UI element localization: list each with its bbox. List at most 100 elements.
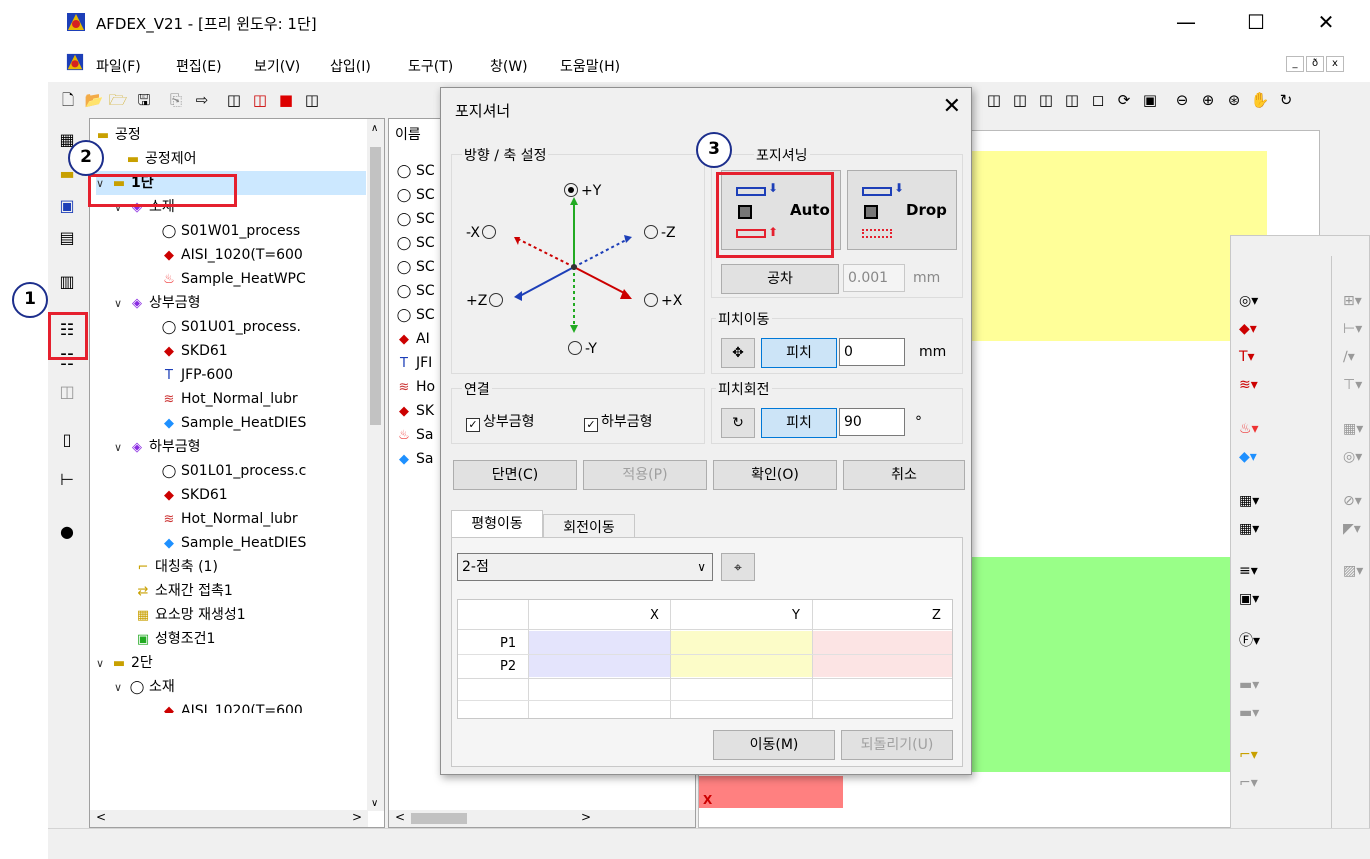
- list-item[interactable]: T JFI: [395, 351, 432, 375]
- flow-icon[interactable]: ◎▾: [1239, 288, 1281, 314]
- list-item[interactable]: ◯ SC: [395, 303, 435, 327]
- radio-plus-x[interactable]: +X: [644, 293, 682, 309]
- monitor-icon[interactable]: ▣: [54, 194, 80, 218]
- list-item[interactable]: ◯ SC: [395, 159, 435, 183]
- scroll-right-icon[interactable]: >: [352, 810, 362, 824]
- cih-icon[interactable]: ▦▾: [1239, 516, 1281, 542]
- tree-row[interactable]: ≋ Hot_Normal_lubr: [160, 507, 298, 531]
- chevron-down-icon[interactable]: ∨: [114, 676, 128, 700]
- menu-file[interactable]: 파일(F): [96, 56, 141, 76]
- rotate-icon[interactable]: ↻: [721, 408, 755, 438]
- tab-translate[interactable]: 평형이동: [451, 510, 543, 538]
- chevron-down-icon[interactable]: ∨: [114, 292, 128, 316]
- export-icon[interactable]: ⇨: [192, 90, 212, 110]
- press-icon[interactable]: T▾: [1239, 344, 1281, 370]
- menu-tools[interactable]: 도구(T): [408, 56, 453, 76]
- zoom-out-icon[interactable]: ⊖: [1172, 90, 1192, 110]
- pitch-rotate-button[interactable]: 피치: [761, 408, 837, 438]
- list-item[interactable]: ◆ SK: [395, 399, 434, 423]
- list-horizontal-scrollbar[interactable]: < >: [389, 810, 695, 827]
- scroll-thumb[interactable]: [370, 147, 381, 425]
- tree-row[interactable]: ◆ Sample_HeatDIES: [160, 411, 306, 435]
- close-button[interactable]: ✕: [1306, 8, 1346, 36]
- list-item[interactable]: ♨ Sa: [395, 423, 433, 447]
- list-item[interactable]: ◯ SC: [395, 279, 435, 303]
- pitch-rotate-field[interactable]: 90: [839, 408, 905, 436]
- cube-view-iso3-icon[interactable]: ◫: [1036, 90, 1056, 110]
- move-button[interactable]: 이동(M): [713, 730, 835, 760]
- menu-view[interactable]: 보기(V): [254, 56, 300, 76]
- list-item[interactable]: ◆ AI: [395, 327, 430, 351]
- tree-row[interactable]: ◆ Sample_HeatDIES: [160, 531, 306, 555]
- radio-plus-z[interactable]: +Z: [466, 293, 504, 309]
- material-icon[interactable]: ◆▾: [1239, 316, 1281, 342]
- list-item[interactable]: ◯ SC: [395, 255, 435, 279]
- drop-position-button[interactable]: ⬇ Drop: [847, 170, 957, 250]
- heat-icon[interactable]: ♨▾: [1239, 416, 1281, 442]
- cube-view-solid-icon[interactable]: ■: [276, 90, 296, 110]
- maximize-button[interactable]: ☐: [1236, 8, 1276, 36]
- mdi-restore-button[interactable]: ð: [1306, 56, 1324, 72]
- tree-row[interactable]: ∨ ◈ 하부금형: [114, 435, 201, 459]
- cube-view-iso1-icon[interactable]: ◫: [984, 90, 1004, 110]
- tree-row[interactable]: ♨ Sample_HeatWPC: [160, 267, 306, 291]
- apply-button[interactable]: 적용(P): [583, 460, 707, 490]
- tree-row[interactable]: ◆ SKD61: [160, 483, 228, 507]
- undo-button[interactable]: 되돌리기(U): [841, 730, 953, 760]
- import-icon[interactable]: ⎘: [166, 90, 186, 110]
- dialog-close-button[interactable]: ✕: [943, 94, 961, 119]
- lower-die-checkbox[interactable]: ✓ 하부금형: [584, 411, 653, 432]
- cancel-button[interactable]: 취소: [843, 460, 965, 490]
- pick-point-icon[interactable]: ⌖: [721, 553, 755, 581]
- scroll-thumb[interactable]: [411, 813, 467, 824]
- scroll-up-icon[interactable]: ∧: [371, 123, 378, 134]
- tree-horizontal-scrollbar[interactable]: < >: [90, 810, 368, 827]
- menu-help[interactable]: 도움말(H): [560, 56, 620, 76]
- fl-icon[interactable]: Ⓕ▾: [1239, 628, 1281, 654]
- tree-row[interactable]: ∨ ◈ 상부금형: [114, 291, 201, 315]
- list-item[interactable]: ≋ Ho: [395, 375, 436, 399]
- menu-edit[interactable]: 편집(E): [176, 56, 222, 76]
- pitch-move-button[interactable]: 피치: [761, 338, 837, 368]
- cube-view-red-icon[interactable]: ◫: [250, 90, 270, 110]
- zoom-fit-icon[interactable]: ⊛: [1224, 90, 1244, 110]
- tolerance-field[interactable]: 0.001: [843, 264, 905, 292]
- zoom-in-icon[interactable]: ⊕: [1198, 90, 1218, 110]
- cube-view-iso4-icon[interactable]: ◫: [1062, 90, 1082, 110]
- tab-rotate[interactable]: 회전이동: [543, 514, 635, 538]
- list-item[interactable]: ◆ Sa: [395, 447, 433, 471]
- cube-view-side-icon[interactable]: ◫: [302, 90, 322, 110]
- tree-row[interactable]: ▬ 공정제어: [124, 147, 197, 171]
- monitor-settings-icon[interactable]: ▤: [54, 226, 80, 250]
- dil-icon[interactable]: ▦▾: [1239, 488, 1281, 514]
- tree-row[interactable]: ∨ ◯ 소재: [114, 675, 175, 699]
- tree-row[interactable]: ◆ SKD61: [160, 339, 228, 363]
- pan-hand-icon[interactable]: ✋: [1250, 90, 1270, 110]
- pitch-move-field[interactable]: 0: [839, 338, 905, 366]
- cube-outline-icon[interactable]: ◻: [1088, 90, 1108, 110]
- method-select[interactable]: 2-점 ∨: [457, 553, 713, 581]
- tree-row[interactable]: ◆ AISI_1020(T=600: [160, 243, 303, 267]
- radio-minus-x[interactable]: -X: [466, 225, 496, 241]
- upper-die-checkbox[interactable]: ✓ 상부금형: [466, 411, 535, 432]
- tree-row[interactable]: ▬ 공정: [94, 123, 141, 147]
- display-icon[interactable]: ▥: [54, 270, 80, 294]
- scroll-left-icon[interactable]: <: [96, 810, 106, 824]
- symmetry-icon[interactable]: ⌐▾: [1239, 742, 1281, 768]
- new-file-icon[interactable]: 🗋: [58, 90, 78, 110]
- lubricant-icon[interactable]: ≋▾: [1239, 372, 1281, 398]
- minimize-button[interactable]: —: [1166, 8, 1206, 36]
- scroll-left-icon[interactable]: <: [395, 810, 405, 824]
- radio-plus-y[interactable]: +Y: [564, 183, 601, 199]
- tree-row[interactable]: ◆ AISI_1020(T=600: [160, 699, 303, 713]
- mdi-close-button[interactable]: x: [1326, 56, 1344, 72]
- wear-icon[interactable]: ▣▾: [1239, 586, 1281, 612]
- save-icon[interactable]: 🖫: [134, 90, 154, 110]
- section-button[interactable]: 단면(C): [453, 460, 577, 490]
- tree-row[interactable]: ⇄ 소재간 접촉1: [134, 579, 233, 603]
- tree-row[interactable]: ⌐ 대칭축 (1): [134, 555, 218, 579]
- tree-vertical-scrollbar[interactable]: ∧ ∨: [367, 119, 384, 811]
- table-icon[interactable]: ▯: [54, 428, 80, 452]
- chevron-down-icon[interactable]: ∨: [114, 436, 128, 460]
- menu-window[interactable]: 창(W): [490, 56, 528, 76]
